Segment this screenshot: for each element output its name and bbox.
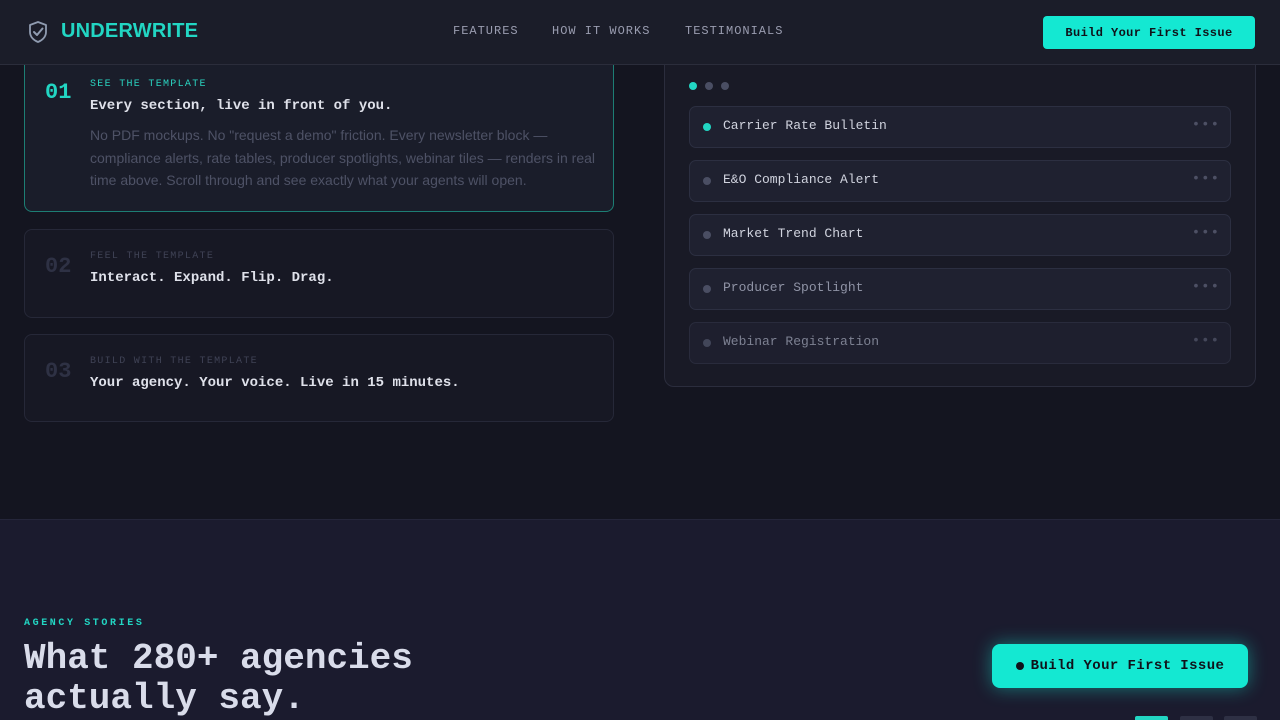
block-label: Webinar Registration <box>723 334 880 349</box>
section-heading: What 280+ agencies actually say. <box>24 639 413 719</box>
newsletter-block[interactable]: Webinar Registration ••• <box>689 322 1231 364</box>
block-label: Market Trend Chart <box>723 226 864 241</box>
step-kicker: SEE THE TEMPLATE <box>90 79 207 90</box>
testimonial-pager-tab[interactable] <box>1180 716 1213 720</box>
step-title: Interact. Expand. Flip. Drag. <box>90 270 334 286</box>
newsletter-block[interactable]: Carrier Rate Bulletin ••• <box>689 106 1231 148</box>
block-status-dot <box>703 285 711 293</box>
site-header: UNDERWRITE FEATURES HOW IT WORKS TESTIMO… <box>0 0 1280 65</box>
build-first-issue-button[interactable]: Build Your First Issue <box>1043 16 1255 49</box>
how-it-works-section: 01 SEE THE TEMPLATE Every section, live … <box>0 0 1280 519</box>
brand-logo[interactable]: UNDERWRITE <box>61 20 198 43</box>
step-kicker: FEEL THE TEMPLATE <box>90 251 215 262</box>
nav-how-it-works[interactable]: HOW IT WORKS <box>552 24 650 38</box>
more-icon[interactable]: ••• <box>1192 225 1220 241</box>
step-number: 01 <box>45 80 72 105</box>
block-label: Carrier Rate Bulletin <box>723 118 887 133</box>
block-status-dot <box>703 177 711 185</box>
more-icon[interactable]: ••• <box>1192 117 1220 133</box>
floating-cta-label: Build Your First Issue <box>1030 658 1225 674</box>
block-status-dot <box>703 339 711 347</box>
testimonial-pager-tab[interactable] <box>1135 716 1168 720</box>
section-eyebrow: AGENCY STORIES <box>24 618 145 629</box>
newsletter-block[interactable]: E&O Compliance Alert ••• <box>689 160 1231 202</box>
step-number: 02 <box>45 254 72 279</box>
shield-check-icon[interactable] <box>28 21 48 48</box>
newsletter-block[interactable]: Market Trend Chart ••• <box>689 214 1231 256</box>
template-preview-panel: Carrier Rate Bulletin ••• E&O Compliance… <box>664 40 1256 387</box>
step-title: Every section, live in front of you. <box>90 98 393 114</box>
nav-features[interactable]: FEATURES <box>453 24 519 38</box>
block-status-dot <box>703 231 711 239</box>
more-icon[interactable]: ••• <box>1192 333 1220 349</box>
dot-icon <box>1015 662 1024 670</box>
more-icon[interactable]: ••• <box>1192 279 1220 295</box>
preview-dot[interactable] <box>721 82 729 90</box>
heading-line-1: What 280+ agencies <box>24 638 413 679</box>
newsletter-block[interactable]: Producer Spotlight ••• <box>689 268 1231 310</box>
floating-build-first-issue-button[interactable]: Build Your First Issue <box>992 644 1248 688</box>
more-icon[interactable]: ••• <box>1192 171 1220 187</box>
step-description: No PDF mockups. No "request a demo" fric… <box>90 127 596 188</box>
step-title: Your agency. Your voice. Live in 15 minu… <box>90 375 460 391</box>
step-card-1[interactable]: 01 SEE THE TEMPLATE Every section, live … <box>24 56 614 212</box>
nav-testimonials[interactable]: TESTIMONIALS <box>685 24 783 38</box>
block-status-dot <box>703 123 711 131</box>
preview-dot[interactable] <box>689 82 697 90</box>
step-card-2[interactable]: 02 FEEL THE TEMPLATE Interact. Expand. F… <box>24 229 614 318</box>
testimonial-pager-tab[interactable] <box>1224 716 1257 720</box>
step-card-3[interactable]: 03 BUILD WITH THE TEMPLATE Your agency. … <box>24 334 614 422</box>
block-label: E&O Compliance Alert <box>723 172 880 187</box>
step-kicker: BUILD WITH THE TEMPLATE <box>90 356 258 367</box>
step-number: 03 <box>45 359 72 384</box>
block-label: Producer Spotlight <box>723 280 864 295</box>
agency-stories-section: AGENCY STORIES What 280+ agencies actual… <box>0 519 1280 720</box>
heading-line-2: actually say. <box>24 678 305 719</box>
preview-dot[interactable] <box>705 82 713 90</box>
